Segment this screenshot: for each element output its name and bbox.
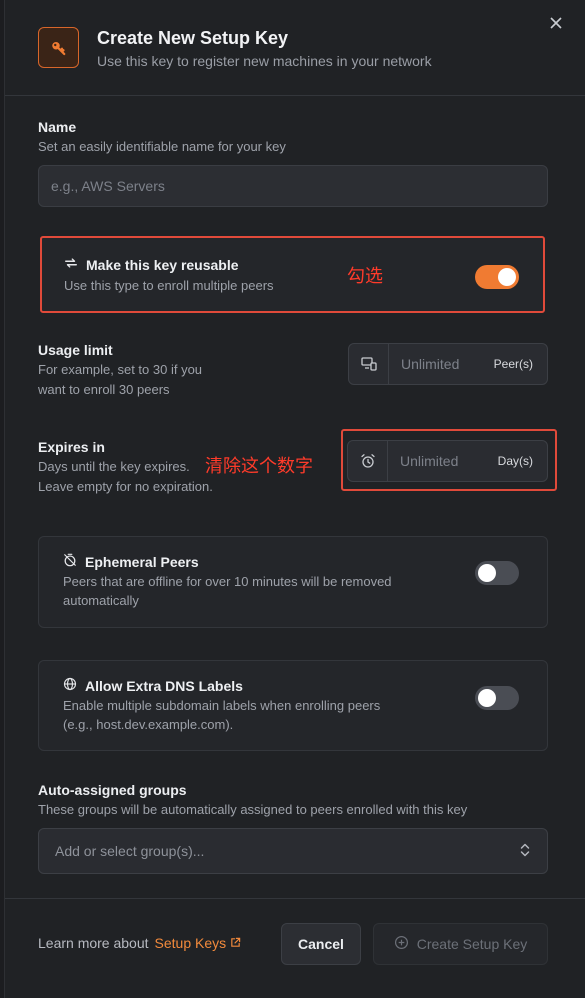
expires-label: Expires in [38, 439, 105, 455]
expires-input[interactable]: Unlimited Day(s) [347, 440, 548, 482]
usage-limit-unit: Peer(s) [493, 357, 533, 371]
name-help: Set an easily identifiable name for your… [38, 139, 286, 154]
setup-key-modal: Create New Setup Key Use this key to reg… [4, 0, 585, 998]
usage-limit-label: Usage limit [38, 342, 113, 358]
reusable-help: Use this type to enroll multiple peers [64, 278, 274, 293]
groups-help: These groups will be automatically assig… [38, 802, 468, 817]
reusable-card[interactable]: Make this key reusable Use this type to … [40, 236, 545, 313]
ephemeral-help-1: Peers that are offline for over 10 minut… [63, 574, 392, 589]
footer-learn-more: Learn more about Setup Keys [38, 935, 241, 951]
expires-help-1: Days until the key expires. [38, 459, 190, 474]
ephemeral-title-row: Ephemeral Peers [63, 553, 199, 570]
create-setup-key-button[interactable]: Create Setup Key [373, 923, 548, 965]
expires-help-2: Leave empty for no expiration. [38, 479, 213, 494]
modal-subtitle: Use this key to register new machines in… [97, 53, 432, 69]
header-divider [5, 95, 585, 96]
setup-keys-link-text: Setup Keys [154, 935, 227, 951]
repeat-icon [64, 256, 78, 273]
dns-labels-help-1: Enable multiple subdomain labels when en… [63, 698, 381, 713]
annotation-clear: 清除这个数字 [205, 456, 313, 477]
usage-limit-help-2: want to enroll 30 peers [38, 382, 170, 397]
groups-label: Auto-assigned groups [38, 782, 187, 798]
ephemeral-title: Ephemeral Peers [85, 553, 199, 570]
ephemeral-toggle[interactable] [475, 561, 519, 585]
ephemeral-help-2: automatically [63, 593, 139, 608]
reusable-toggle[interactable] [475, 265, 519, 289]
setup-keys-link[interactable]: Setup Keys [155, 935, 242, 951]
external-link-icon [230, 935, 241, 951]
groups-placeholder: Add or select group(s)... [55, 843, 205, 859]
usage-limit-placeholder: Unlimited [401, 356, 460, 372]
alarm-clock-icon [348, 441, 388, 481]
usage-limit-input[interactable]: Unlimited Peer(s) [348, 343, 548, 385]
close-icon[interactable] [547, 14, 565, 32]
chevron-up-down-icon [519, 842, 531, 861]
peers-icon [349, 344, 389, 384]
footer-divider [5, 898, 585, 899]
reusable-title: Make this key reusable [86, 256, 239, 273]
name-input-placeholder: e.g., AWS Servers [51, 178, 165, 194]
reusable-title-row: Make this key reusable [64, 256, 239, 273]
expires-placeholder: Unlimited [400, 453, 459, 469]
usage-limit-help-1: For example, set to 30 if you [38, 362, 203, 377]
key-icon [38, 27, 79, 68]
name-input[interactable]: e.g., AWS Servers [38, 165, 548, 207]
cancel-button[interactable]: Cancel [281, 923, 361, 965]
annotation-check: 勾选 [347, 266, 383, 287]
dns-labels-title: Allow Extra DNS Labels [85, 677, 243, 694]
learn-more-text: Learn more about [38, 935, 149, 951]
plus-circle-icon [394, 935, 409, 953]
name-label: Name [38, 119, 77, 135]
expires-unit: Day(s) [497, 454, 533, 468]
groups-select[interactable]: Add or select group(s)... [38, 828, 548, 874]
ephemeral-card[interactable]: Ephemeral Peers Peers that are offline f… [38, 536, 548, 628]
dns-labels-title-row: Allow Extra DNS Labels [63, 677, 243, 694]
create-setup-key-label: Create Setup Key [416, 936, 528, 952]
dns-labels-help-2: (e.g., host.dev.example.com). [63, 717, 234, 732]
globe-icon [63, 677, 77, 694]
dns-labels-toggle[interactable] [475, 686, 519, 710]
timer-off-icon [63, 553, 77, 570]
dns-labels-card[interactable]: Allow Extra DNS Labels Enable multiple s… [38, 660, 548, 751]
modal-title: Create New Setup Key [97, 28, 289, 48]
